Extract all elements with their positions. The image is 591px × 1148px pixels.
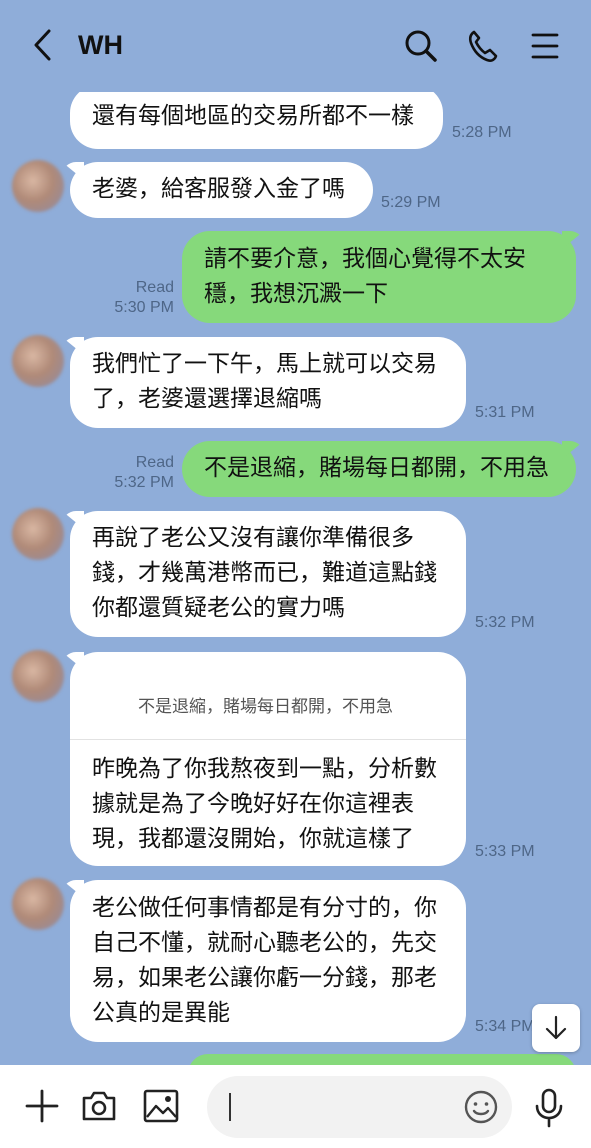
message-text: 我們忙了一下午，馬上就可以交易 (92, 351, 437, 377)
message-text: 老婆，給客服發入金了嗎 (92, 176, 345, 202)
avatar[interactable] (12, 335, 64, 387)
message-text: 請不要介意，我個心覺得不太安 (204, 246, 526, 272)
message-bubble[interactable] (188, 1054, 576, 1065)
message-text: 錢，才幾萬港幣而已，難道這點錢 (92, 560, 437, 586)
microphone-icon[interactable] (532, 1088, 566, 1128)
message-bubble[interactable]: 不是退縮，賭場每日都開，不用急 昨晚為了你我熬夜到一點，分析數 據就是為了今晚好… (70, 652, 466, 866)
chat-title[interactable]: WH (78, 30, 123, 61)
message-bubble[interactable]: 老公做任何事情都是有分寸的，你 自己不懂，就耐心聽老公的，先交 易，如果老公讓你… (70, 880, 466, 1042)
message-text: 你都還質疑老公的實力嗎 (92, 595, 345, 621)
message-bubble[interactable]: 請不要介意，我個心覺得不太安 穩，我想沉澱一下 (182, 231, 576, 323)
message-text: 易，如果老公讓你虧一分錢，那老 (92, 965, 437, 991)
image-icon[interactable] (142, 1088, 180, 1124)
message-text: 據就是為了今晚好好在你這裡表 (92, 791, 414, 817)
quoted-text: 不是退縮，賭場每日都開，不用急 (138, 697, 393, 717)
message-text: 不是退縮，賭場每日都開，不用急 (204, 455, 549, 481)
message-bubble[interactable]: 老婆，給客服發入金了嗎 (70, 162, 373, 218)
message-text: 了，老婆還選擇退縮嗎 (92, 386, 322, 412)
avatar[interactable] (12, 650, 64, 702)
message-bubble[interactable]: 不是退縮，賭場每日都開，不用急 (182, 441, 576, 497)
message-text: 穩，我想沉澱一下 (204, 281, 388, 307)
message-text: 再說了老公又沒有讓你準備很多 (92, 525, 414, 551)
message-text: 還有每個地區的交易所都不一樣 (92, 103, 414, 129)
composer-bar (0, 1065, 591, 1148)
plus-icon[interactable] (24, 1088, 60, 1124)
read-receipt: Read 5:30 PM (104, 278, 174, 318)
search-icon[interactable] (403, 28, 439, 64)
menu-icon[interactable] (530, 28, 560, 64)
text-caret (229, 1093, 231, 1121)
chat-area[interactable]: 還有每個地區的交易所都不一樣 5:28 PM 老婆，給客服發入金了嗎 5:29 … (0, 0, 591, 1065)
read-receipt: Read 5:32 PM (104, 453, 174, 493)
avatar[interactable] (12, 878, 64, 930)
message-time: 5:31 PM (475, 404, 535, 421)
message-bubble[interactable]: 我們忙了一下午，馬上就可以交易 了，老婆還選擇退縮嗎 (70, 337, 466, 428)
arrow-down-icon (545, 1015, 567, 1040)
scroll-to-bottom-button[interactable] (532, 1004, 580, 1052)
message-time: 5:33 PM (475, 843, 535, 860)
message-text: 現，我都還沒開始，你就這樣了 (92, 826, 414, 852)
phone-icon[interactable] (466, 28, 500, 64)
message-text: 昨晚為了你我熬夜到一點，分析數 (92, 756, 437, 782)
message-time: 5:28 PM (452, 124, 512, 141)
message-text: 公真的是異能 (92, 1000, 230, 1026)
quoted-message[interactable]: 不是退縮，賭場每日都開，不用急 (70, 652, 466, 740)
avatar[interactable] (12, 160, 64, 212)
message-bubble[interactable]: 還有每個地區的交易所都不一樣 (70, 85, 443, 149)
avatar[interactable] (12, 508, 64, 560)
read-label: Read (135, 454, 174, 471)
message-time: 5:32 PM (475, 614, 535, 631)
message-bubble[interactable]: 再說了老公又沒有讓你準備很多 錢，才幾萬港幣而已，難道這點錢 你都還質疑老公的實… (70, 511, 466, 637)
message-text: 老公做任何事情都是有分寸的，你 (92, 895, 437, 921)
emoji-icon[interactable] (462, 1088, 500, 1126)
read-label: Read (135, 279, 174, 296)
back-chevron-icon[interactable] (30, 28, 56, 62)
camera-icon[interactable] (80, 1088, 118, 1124)
message-time: 5:30 PM (114, 299, 174, 316)
message-time: 5:29 PM (381, 194, 441, 211)
message-text: 自己不懂，就耐心聽老公的，先交 (92, 930, 437, 956)
chat-header: WH (0, 0, 591, 92)
message-time: 5:32 PM (114, 474, 174, 491)
message-time: 5:34 PM (475, 1018, 535, 1035)
